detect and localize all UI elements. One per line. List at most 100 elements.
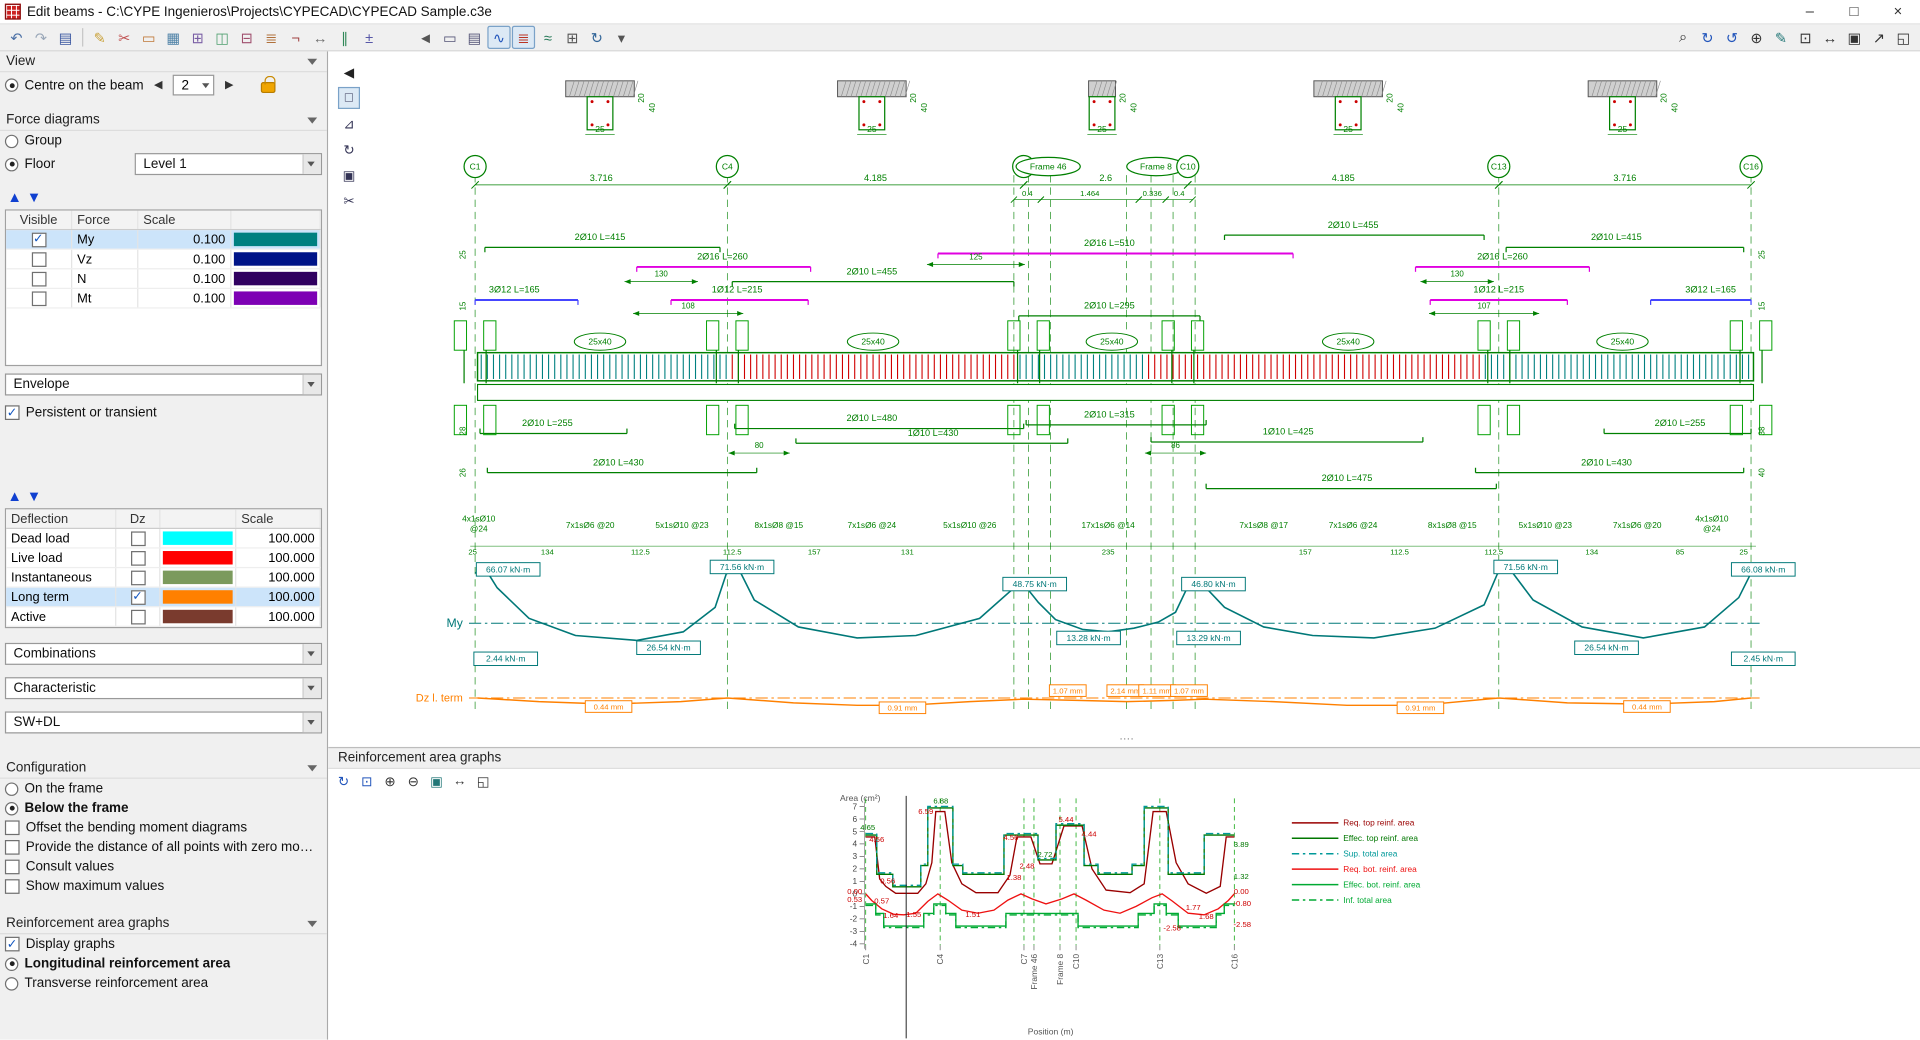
force-scale[interactable]: 0.100 bbox=[138, 269, 232, 288]
select-window-icon[interactable]: □ bbox=[337, 86, 361, 109]
radio-control[interactable] bbox=[4, 781, 19, 796]
visible-checkbox[interactable] bbox=[31, 251, 46, 267]
collapse-panel-icon[interactable]: ◀ bbox=[338, 61, 360, 83]
dz-checkbox[interactable] bbox=[130, 530, 146, 546]
detach-icon[interactable]: ◱ bbox=[1892, 26, 1915, 49]
force-table-row[interactable]: Mt 0.100 bbox=[6, 288, 321, 309]
sections-view-icon[interactable]: ▤ bbox=[463, 26, 486, 49]
option-label[interactable]: Transverse reinforcement area bbox=[24, 976, 208, 991]
reinforcement-view-icon[interactable]: ≣ bbox=[511, 25, 536, 49]
force-scale[interactable]: 0.100 bbox=[138, 249, 232, 269]
characteristic-select[interactable]: Characteristic bbox=[4, 677, 323, 700]
dz-checkbox[interactable] bbox=[130, 550, 146, 566]
pointer-icon[interactable]: ◄ bbox=[414, 26, 437, 49]
refresh-view-icon[interactable]: ↻ bbox=[585, 26, 608, 49]
combinations-select[interactable]: Combinations bbox=[4, 642, 323, 665]
beam-drawing[interactable]: 252040252040252040252040252040C1C4C7Fram… bbox=[328, 51, 1920, 747]
deflection-color-swatch[interactable] bbox=[162, 570, 233, 585]
deflection-table-row[interactable]: Live load 100.000 bbox=[6, 548, 321, 569]
option-label[interactable]: Below the frame bbox=[24, 801, 128, 816]
move-up-icon[interactable]: ▲ bbox=[7, 190, 22, 205]
deflection-scale[interactable]: 100.000 bbox=[236, 548, 321, 567]
option-label[interactable]: Consult values bbox=[26, 860, 114, 875]
deflection-color-swatch[interactable] bbox=[162, 609, 233, 624]
zoom-window-icon[interactable]: ⊡ bbox=[356, 771, 377, 792]
orbit-icon[interactable]: ↻ bbox=[338, 138, 360, 160]
undo-icon[interactable]: ↶ bbox=[5, 26, 28, 49]
force-color-swatch[interactable] bbox=[233, 271, 318, 286]
force-color-swatch[interactable] bbox=[233, 291, 318, 305]
checkbox-control[interactable] bbox=[4, 840, 20, 855]
option-label[interactable]: Longitudinal reinforcement area bbox=[24, 956, 230, 971]
force-table[interactable]: VisibleForceScaleMy0.100Vz0.100N0.100Mt0… bbox=[4, 209, 323, 367]
visible-checkbox[interactable] bbox=[31, 271, 46, 286]
section-force-header[interactable]: Force diagrams bbox=[0, 110, 327, 132]
option-label[interactable]: Show maximum values bbox=[26, 879, 164, 894]
deflection-table-row[interactable]: Active 100.000 bbox=[6, 607, 321, 627]
measure-icon[interactable]: ⊿ bbox=[338, 113, 360, 135]
radio-control[interactable] bbox=[4, 956, 19, 971]
export-icon[interactable]: ↗ bbox=[1867, 26, 1890, 49]
section-configuration-header[interactable]: Configuration bbox=[0, 758, 327, 779]
zoom-window-icon[interactable]: ⊡ bbox=[1794, 26, 1817, 49]
values-view-icon[interactable]: ⊞ bbox=[561, 26, 584, 49]
split-icon[interactable]: ◫ bbox=[211, 26, 234, 49]
dz-checkbox[interactable] bbox=[130, 589, 146, 605]
deflection-view-icon[interactable]: ≈ bbox=[536, 26, 559, 49]
deflection-color-swatch[interactable] bbox=[162, 551, 233, 565]
envelope-select[interactable]: Envelope bbox=[4, 373, 323, 396]
zero-moment-distance-checkbox[interactable]: Provide the distance of all points with … bbox=[0, 838, 327, 858]
dz-checkbox[interactable] bbox=[130, 570, 146, 585]
consult-values-checkbox[interactable]: Consult values bbox=[0, 857, 327, 877]
deflection-table-row[interactable]: Dead load 100.000 bbox=[6, 528, 321, 549]
minimize-button[interactable]: – bbox=[1788, 0, 1832, 24]
check-icon[interactable]: ± bbox=[358, 26, 381, 49]
deflection-scale[interactable]: 100.000 bbox=[236, 568, 321, 587]
full-extent-icon[interactable]: ▣ bbox=[426, 771, 447, 792]
floor-radio[interactable] bbox=[4, 157, 19, 171]
merge-icon[interactable]: ⊟ bbox=[235, 26, 258, 49]
option-label[interactable]: On the frame bbox=[24, 781, 103, 796]
redo-icon[interactable]: ↷ bbox=[29, 26, 52, 49]
dz-checkbox[interactable] bbox=[130, 609, 146, 624]
edit-bars-icon[interactable]: ≣ bbox=[260, 26, 283, 49]
checkbox-control[interactable] bbox=[4, 879, 20, 894]
deflection-table-row[interactable]: Long term 100.000 bbox=[6, 587, 321, 608]
swdl-select[interactable]: SW+DL bbox=[4, 711, 323, 734]
assign-rebar-icon[interactable]: ✎ bbox=[88, 26, 111, 49]
lock-icon[interactable] bbox=[261, 75, 276, 94]
pan-icon[interactable]: ↔ bbox=[1818, 26, 1841, 49]
force-color-swatch[interactable] bbox=[233, 252, 318, 266]
zoom-in-icon[interactable]: ⊕ bbox=[1745, 26, 1768, 49]
deflection-color-swatch[interactable] bbox=[162, 590, 233, 604]
force-table-row[interactable]: N 0.100 bbox=[6, 269, 321, 289]
print-icon[interactable]: ▣ bbox=[1843, 26, 1866, 49]
move-down-icon[interactable]: ▼ bbox=[27, 190, 42, 205]
repaint-icon[interactable]: ✎ bbox=[1769, 26, 1792, 49]
checkbox-control[interactable] bbox=[4, 820, 20, 836]
force-color-swatch[interactable] bbox=[233, 232, 318, 247]
option-label[interactable]: Offset the bending moment diagrams bbox=[26, 820, 247, 835]
search-icon[interactable]: ⌕ bbox=[1671, 26, 1694, 49]
deflection-table[interactable]: Deflection Dz Scale Dead load 100.000 Live lo… bbox=[4, 508, 323, 629]
capture-icon[interactable]: ▣ bbox=[338, 164, 360, 186]
options-icon[interactable]: ▾ bbox=[610, 26, 633, 49]
zoom-out-icon[interactable]: ⊖ bbox=[403, 771, 424, 792]
reinforcement-chart[interactable]: -4-3-2-101234567Area (cm²)Position (m)C1… bbox=[328, 793, 1920, 1039]
save-icon[interactable]: ▤ bbox=[54, 26, 77, 49]
reinforcement-panel-title[interactable]: Reinforcement area graphs bbox=[328, 746, 1920, 769]
option-label[interactable]: Provide the distance of all points with … bbox=[26, 840, 322, 855]
beam-number-spinner[interactable]: 2 bbox=[172, 74, 215, 96]
option-label[interactable]: Display graphs bbox=[26, 937, 115, 952]
display-graphs-checkbox[interactable]: Display graphs bbox=[0, 934, 327, 954]
show-maximum-values-checkbox[interactable]: Show maximum values bbox=[0, 877, 327, 897]
move-up-icon[interactable]: ▲ bbox=[7, 489, 22, 504]
force-table-row[interactable]: My0.100 bbox=[6, 230, 321, 250]
cut-icon[interactable]: ✂ bbox=[338, 190, 360, 212]
offset-moment-checkbox[interactable]: Offset the bending moment diagrams bbox=[0, 818, 327, 838]
close-button[interactable]: × bbox=[1876, 0, 1920, 24]
longitudinal-reinforcement-radio[interactable]: Longitudinal reinforcement area bbox=[0, 954, 327, 974]
centre-on-beam-radio[interactable] bbox=[4, 78, 19, 92]
floor-label[interactable]: Floor bbox=[24, 157, 55, 172]
group-label[interactable]: Group bbox=[24, 133, 61, 148]
